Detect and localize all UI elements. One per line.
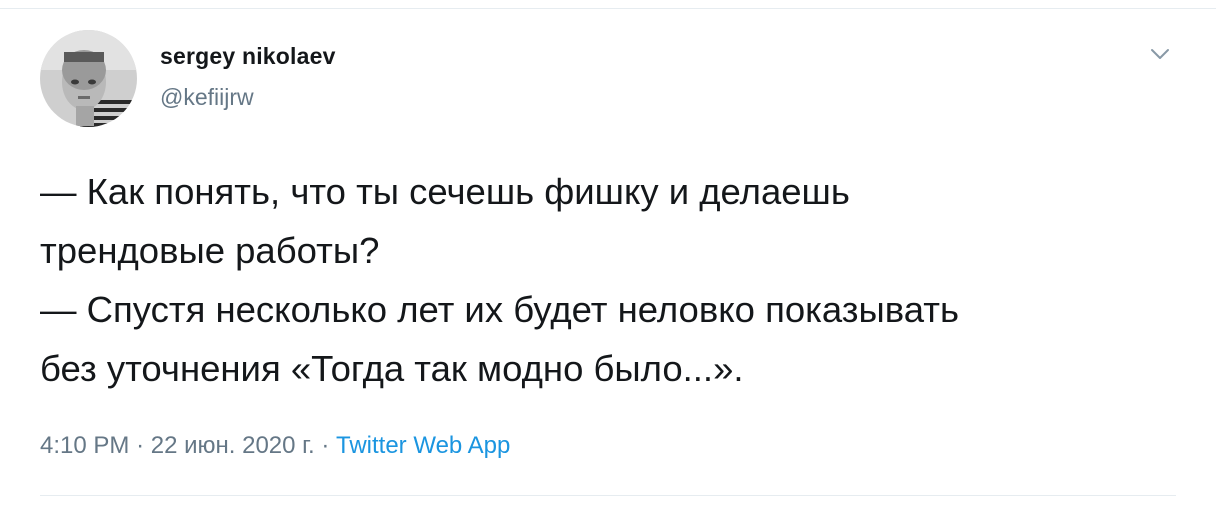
tweet-time[interactable]: 4:10 PM bbox=[40, 432, 129, 459]
tweet-menu-button[interactable] bbox=[1148, 44, 1172, 64]
tweet-date[interactable]: 22 июн. 2020 г. bbox=[151, 432, 315, 459]
avatar-photo bbox=[40, 30, 137, 127]
meta-separator: · bbox=[321, 432, 330, 459]
top-divider bbox=[0, 8, 1216, 9]
tweet-card: sergey nikolaev @kefiijrw — Как понять, … bbox=[0, 0, 1216, 514]
tweet-metadata: 4:10 PM · 22 июн. 2020 г. · Twitter Web … bbox=[40, 432, 510, 460]
chevron-down-icon bbox=[1151, 49, 1169, 59]
meta-separator: · bbox=[136, 432, 145, 459]
tweet-text-line: — Как понять, что ты сечешь фишку и дела… bbox=[40, 171, 850, 212]
tweet-text-line: трендовые работы? bbox=[40, 230, 380, 271]
bottom-divider bbox=[40, 495, 1176, 496]
author-handle[interactable]: @kefiijrw bbox=[160, 84, 254, 111]
tweet-text-line: — Спустя несколько лет их будет неловко … bbox=[40, 289, 959, 330]
author-display-name[interactable]: sergey nikolaev bbox=[160, 43, 336, 70]
tweet-text-line: без уточнения «Тогда так модно было...». bbox=[40, 348, 744, 389]
avatar[interactable] bbox=[40, 30, 137, 127]
tweet-source-link[interactable]: Twitter Web App bbox=[336, 432, 510, 459]
tweet-text: — Как понять, что ты сечешь фишку и дела… bbox=[40, 162, 1190, 398]
